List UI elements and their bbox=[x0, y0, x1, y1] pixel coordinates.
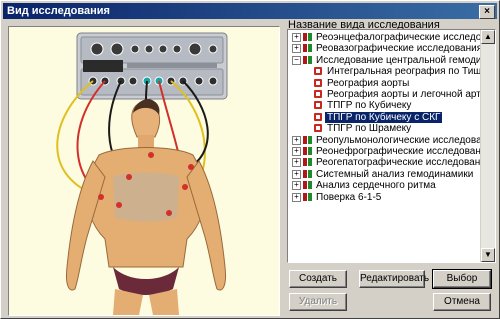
study-tree-items: + Реоэнцефалографические исследования + Рео… bbox=[288, 30, 481, 262]
expand-icon[interactable]: + bbox=[292, 181, 301, 191]
expand-icon[interactable]: + bbox=[292, 33, 301, 42]
tree-item-label: ТПГР по Кубичеку bbox=[327, 100, 412, 112]
document-icon bbox=[314, 100, 323, 110]
cancel-button[interactable]: Отмена bbox=[433, 293, 491, 311]
expand-icon[interactable]: + bbox=[292, 169, 301, 179]
collapse-icon[interactable]: − bbox=[292, 55, 301, 65]
tree-item-label: Интегральная реография по Тищенко bbox=[327, 66, 481, 78]
expand-icon[interactable]: + bbox=[292, 158, 301, 168]
tree-item[interactable]: − Исследование центральной гемодинамики bbox=[288, 55, 481, 66]
tree-item-label: Исследование центральной гемодинамики bbox=[316, 54, 481, 66]
scroll-up-button[interactable]: ▲ bbox=[481, 30, 495, 44]
tree-item-label: Реоэнцефалографические исследования bbox=[316, 32, 481, 43]
close-button[interactable]: × bbox=[479, 5, 495, 19]
book-icon bbox=[303, 180, 312, 190]
tree-item-label: Реонефрографические исследования bbox=[316, 146, 481, 157]
tree-item[interactable]: + Системный анализ гемодинамики bbox=[288, 169, 481, 180]
tree-item-label: Реопульмонологические исследования bbox=[316, 134, 481, 146]
edit-button[interactable]: Редактировать bbox=[359, 270, 429, 288]
tree-item[interactable]: Интегральная реография по Тищенко bbox=[288, 66, 481, 77]
book-icon bbox=[303, 192, 312, 201]
tree-item-label: Поверка 6-1-5 bbox=[316, 191, 382, 203]
expand-icon[interactable]: + bbox=[292, 135, 301, 145]
book-icon bbox=[303, 169, 312, 178]
tree-item-label: Реогепатографические исследования bbox=[316, 157, 481, 169]
expand-icon[interactable]: + bbox=[292, 44, 301, 54]
expand-icon[interactable]: + bbox=[292, 192, 301, 202]
patient-device-illustration bbox=[56, 32, 228, 315]
tree-item-label: Реография аорты bbox=[327, 77, 410, 89]
tree-item-label: ТПГР по Шрамеку bbox=[327, 123, 412, 135]
tree-item[interactable]: Реография аорты и легочной артерии bbox=[288, 89, 481, 100]
arrow-up-icon: ▲ bbox=[484, 32, 492, 41]
tree-item[interactable]: + Реопульмонологические исследования bbox=[288, 135, 481, 146]
tree-item[interactable]: + Реонефрографические исследования bbox=[288, 146, 481, 157]
tree-item-label: Анализ сердечного ритма bbox=[316, 180, 436, 192]
document-icon bbox=[314, 123, 323, 133]
tree-item-label-selected: ТПГР по Кубичеку с СКГ bbox=[325, 111, 443, 123]
close-icon: × bbox=[484, 6, 490, 17]
tree-item[interactable]: + Реогепатографические исследования bbox=[288, 157, 481, 168]
title-bar: Вид исследования × bbox=[3, 3, 497, 19]
tree-item[interactable]: + Поверка 6-1-5 bbox=[288, 192, 481, 203]
book-icon bbox=[303, 135, 312, 144]
select-button[interactable]: Выбор bbox=[432, 269, 492, 289]
tree-item[interactable]: + Реовазографические исследования bbox=[288, 43, 481, 54]
delete-button[interactable]: Удалить bbox=[289, 293, 347, 311]
document-icon bbox=[314, 78, 323, 87]
scroll-down-button[interactable]: ▼ bbox=[481, 248, 495, 262]
tree-item-label: Реовазографические исследования bbox=[316, 43, 481, 55]
book-icon bbox=[303, 146, 312, 155]
arrow-down-icon: ▼ bbox=[484, 250, 492, 259]
create-button[interactable]: Создать bbox=[289, 270, 347, 288]
document-icon bbox=[314, 112, 323, 121]
expand-icon[interactable]: + bbox=[292, 147, 301, 156]
book-icon bbox=[303, 43, 312, 53]
book-icon bbox=[303, 55, 312, 64]
tree-item[interactable]: Реография аорты bbox=[288, 78, 481, 89]
tree-item[interactable]: ТПГР по Шрамеку bbox=[288, 123, 481, 134]
tree-item[interactable]: + Анализ сердечного ритма bbox=[288, 180, 481, 191]
study-tree[interactable]: + Реоэнцефалографические исследования + Рео… bbox=[287, 29, 496, 263]
window-title: Вид исследования bbox=[7, 5, 110, 17]
tree-item[interactable]: + Реоэнцефалографические исследования bbox=[288, 32, 481, 43]
tree-item[interactable]: ТПГР по Кубичеку с СКГ bbox=[288, 111, 481, 123]
tree-item-label: Реография аорты и легочной артерии bbox=[327, 89, 481, 100]
dialog-window: Вид исследования × Название вида исследо… bbox=[0, 0, 500, 319]
document-icon bbox=[314, 89, 323, 98]
document-icon bbox=[314, 66, 323, 76]
vertical-scrollbar[interactable]: ▲ ▼ bbox=[480, 30, 495, 262]
book-icon bbox=[303, 32, 312, 41]
book-icon bbox=[303, 157, 312, 167]
tree-item-label: Системный анализ гемодинамики bbox=[316, 168, 474, 180]
tree-item[interactable]: ТПГР по Кубичеку bbox=[288, 100, 481, 111]
study-illustration-panel bbox=[8, 26, 280, 316]
